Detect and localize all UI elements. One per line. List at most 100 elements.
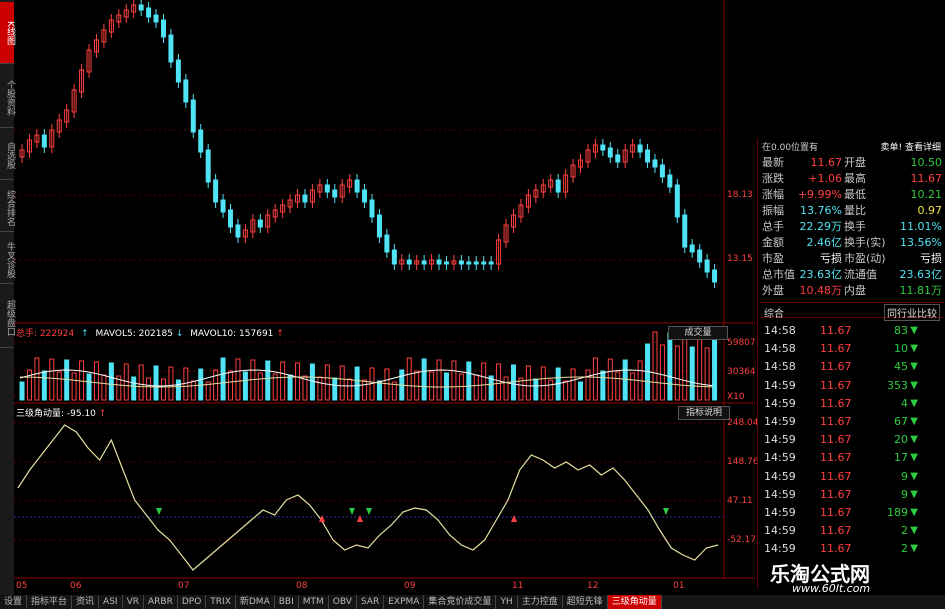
trade-time: 14:58 [764,324,796,337]
trade-time: 14:59 [764,487,796,501]
volume-title-row: 总手: 222924 ↑ MAVOL5: 202185 ↓ MAVOL10: 1… [16,329,284,339]
quote-value: +9.99% [797,188,842,201]
indicator-tab[interactable]: YH [496,595,518,609]
trade-row: 14:59 11.67 17 ▼ [762,449,942,466]
candle-body [607,147,613,158]
trade-price: 11.67 [820,506,852,519]
quote-value: 23.63亿 [799,268,843,281]
indicator-tab[interactable]: MTM [299,595,329,609]
volume-bar [309,363,315,401]
volume-bar [324,364,330,401]
trade-time: 14:59 [764,469,796,483]
quote-label: 市盈 [762,252,784,265]
indicator-tab[interactable]: 三级角动量 [607,595,662,609]
nav-item-1[interactable]: 个股资料 [0,68,15,128]
indicator-tab[interactable]: 指标平台 [27,595,73,609]
quote-label: 涨跌 [762,172,784,185]
quote-row: 总手 22.29万 换手 11.01% [762,220,944,233]
trade-row: 14:58 11.67 83 ▼ [762,322,942,339]
quote-value: 亏损 [820,252,842,265]
indicator-tab[interactable]: ASI [99,595,123,609]
indicator-tab[interactable]: TRIX [206,595,236,609]
nav-item-0[interactable]: K线图 [0,2,15,64]
volume-bar [242,371,248,401]
candle-body [198,129,204,153]
indicator-tab[interactable]: DPO [178,595,207,609]
candle-body [362,189,368,203]
kline-chart[interactable] [14,0,755,595]
candle-body [466,261,472,265]
indicator-tab[interactable]: 设置 [0,595,28,609]
indicator-help-button[interactable]: 指标说明 [678,406,730,420]
time-tick: 05 [16,581,28,591]
quote-row: 振幅 13.76% 量比 0.97 [762,204,944,217]
volume-bar [131,376,137,401]
indicator-tab[interactable]: 主力控盘 [518,595,563,609]
volume-button[interactable]: 成交量 [668,326,728,340]
nav-item-5[interactable]: 超级盘口 [0,288,15,348]
quote-label: 涨幅 [762,188,784,201]
candle-body [659,164,665,178]
trade-price: 11.67 [820,342,852,356]
indicator-tab[interactable]: 资讯 [72,595,100,609]
volume-bar [466,361,472,401]
trade-row: 14:59 11.67 353 ▼ [762,377,942,394]
volume-bar [265,360,271,401]
volume-bar [108,362,114,401]
indicator-tab[interactable]: ARBR [144,595,178,609]
volume-bar [41,370,47,401]
trade-time: 14:58 [764,360,796,374]
quote-label: 换手 [844,220,866,233]
quote-label: 最高 [844,172,866,185]
indicator-tick-4: -52.17 [727,535,757,545]
volume-bar [622,359,628,401]
volume-bar [503,376,509,401]
candle-body [689,244,695,253]
indicator-tab[interactable]: 超短先锋 [563,595,608,609]
volume-bar [570,368,576,401]
candle-body [667,174,673,188]
candle-body [153,14,159,23]
quote-value: 11.67 [810,156,843,169]
volume-bar [317,376,323,401]
quote-detail-link[interactable]: 卖单! 查看详细 [881,140,941,153]
quote-panel: 在0.00位置有 卖单! 查看详细 最新 11.67 开盘 10.50 涨跌 +1.06 最… [757,138,945,588]
trade-price: 11.67 [820,451,852,465]
indicator-tab[interactable]: BBI [275,595,299,609]
indicator-tab[interactable]: 新DMA [236,595,275,609]
volume-bar [578,381,584,401]
candle-body [160,19,166,38]
candle-body [637,144,643,153]
candle-body [205,149,211,183]
trade-time: 14:59 [764,415,796,428]
trade-volume: 9 [901,469,908,483]
candle-body [697,249,703,263]
nav-item-2[interactable]: 自选股 [0,132,15,180]
quote-value: 11.01% [900,220,942,233]
quote-label: 换手(实) [844,236,886,249]
candle-body [220,199,226,213]
indicator-tab[interactable]: 集合竞价成交量 [424,595,497,609]
volume-bar [592,357,598,401]
candle-body [488,261,494,265]
tab-industry-compare[interactable]: 同行业比较 [884,304,940,321]
nav-item-3[interactable]: 综合排名 [0,184,15,232]
indicator-tab[interactable]: VR [123,595,144,609]
candle-body [645,149,651,163]
quote-label: 内盘 [844,284,866,297]
volume-bar [451,360,457,401]
trade-volume: 189 [887,506,908,519]
chart-canvas[interactable] [14,0,755,595]
candle-body [674,184,680,218]
nav-item-4[interactable]: 牛叉诊股 [0,236,15,284]
indicator-title: 三级角动量: -95.10 [16,409,96,419]
indicator-tab[interactable]: OBV [329,595,357,609]
candle-body [213,179,219,203]
indicator-tab[interactable]: SAR [357,595,385,609]
trade-time: 14:59 [764,451,796,465]
trade-time: 14:58 [764,342,796,356]
tab-composite[interactable]: 综合 [764,305,784,320]
volume-bar [295,362,301,401]
indicator-tab[interactable]: EXPMA [384,595,425,609]
candle-body [473,261,479,265]
